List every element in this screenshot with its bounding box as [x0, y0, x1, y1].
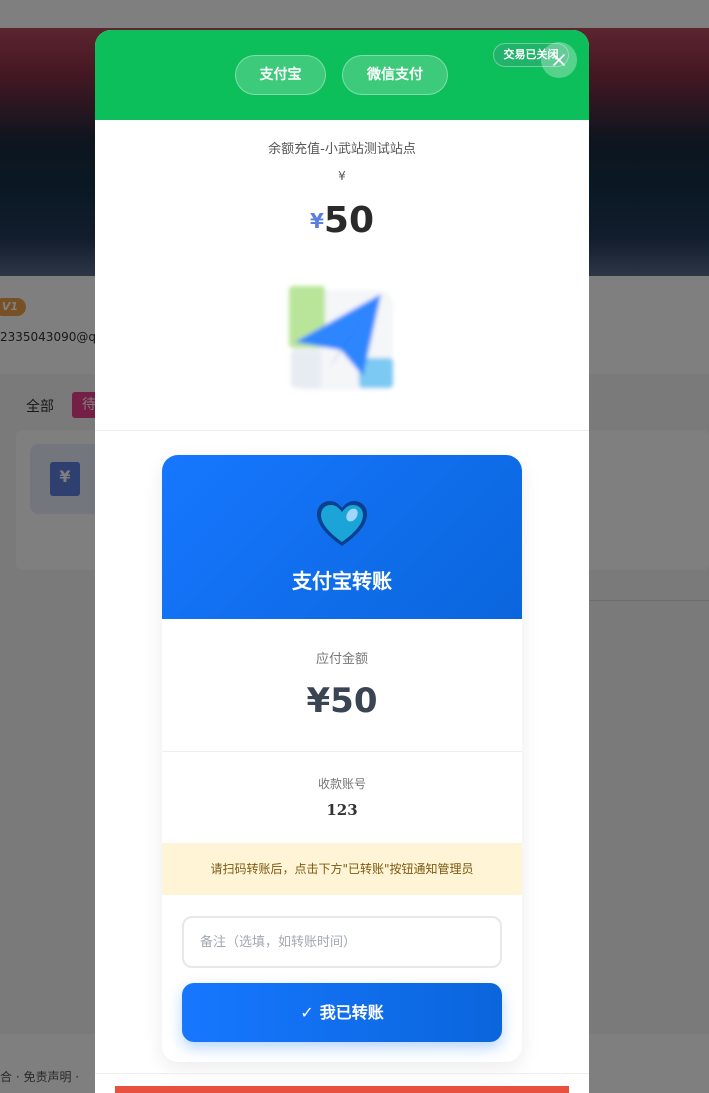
- payment-modal: 支付宝 微信支付 交易已关闭 余额充值-小武站测试站点 ¥ ¥50 支付宝转账 …: [95, 30, 589, 1093]
- section-divider: [95, 430, 589, 431]
- check-icon: ✓: [300, 1003, 314, 1022]
- transfer-card-title: 支付宝转账: [292, 569, 392, 593]
- modal-header: 支付宝 微信支付 交易已关闭: [95, 30, 589, 120]
- transfer-card-header: 支付宝转账: [162, 455, 522, 619]
- price-display: ¥50: [95, 200, 589, 241]
- amount-due-value: ¥50: [306, 681, 378, 721]
- account-label: 收款账号: [317, 777, 366, 791]
- close-icon: [553, 54, 565, 66]
- price-value: 50: [323, 200, 375, 241]
- wechat-method-button[interactable]: 微信支付: [342, 55, 448, 95]
- amount-due-label: 应付金额: [315, 652, 368, 667]
- close-button[interactable]: [541, 42, 577, 78]
- order-title: 余额充值-小武站测试站点: [268, 142, 416, 157]
- action-bar[interactable]: [115, 1086, 569, 1093]
- price-symbol: ¥: [309, 209, 324, 233]
- paper-plane-logo: [289, 286, 393, 390]
- transfer-notice: 请扫码转账后，点击下方"已转账"按钮通知管理员: [162, 843, 522, 895]
- transfer-card: 支付宝转账 应付金额 ¥50 收款账号 123 请扫码转账后，点击下方"已转账"…: [162, 455, 522, 1062]
- remark-input[interactable]: [182, 916, 502, 968]
- card-divider: [162, 751, 522, 752]
- confirm-transfer-label: 我已转账: [319, 1003, 384, 1022]
- account-value: 123: [326, 801, 358, 819]
- heart-icon: [317, 501, 367, 546]
- currency-label: ¥: [338, 169, 346, 183]
- alipay-method-button[interactable]: 支付宝: [235, 55, 326, 95]
- confirm-transfer-button[interactable]: ✓ 我已转账: [182, 983, 502, 1042]
- bottom-divider: [95, 1073, 589, 1074]
